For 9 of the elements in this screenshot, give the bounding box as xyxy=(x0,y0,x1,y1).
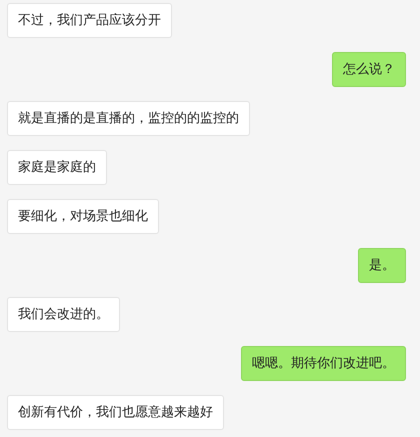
message-bubble: 我们会改进的。 xyxy=(7,297,120,332)
message-bubble: 创新有代价，我们也愿意越来越好 xyxy=(7,395,224,430)
message-bubble: 就是直播的是直播的，监控的的监控的 xyxy=(7,101,250,136)
message-bubble: 是。 xyxy=(358,248,406,283)
message-bubble: 要细化，对场景也细化 xyxy=(7,199,159,234)
message-bubble: 家庭是家庭的 xyxy=(7,150,107,185)
message-bubble: 不过，我们产品应该分开 xyxy=(7,3,172,38)
message-bubble: 怎么说？ xyxy=(332,52,406,87)
message-bubble: 嗯嗯。期待你们改进吧。 xyxy=(241,346,406,381)
